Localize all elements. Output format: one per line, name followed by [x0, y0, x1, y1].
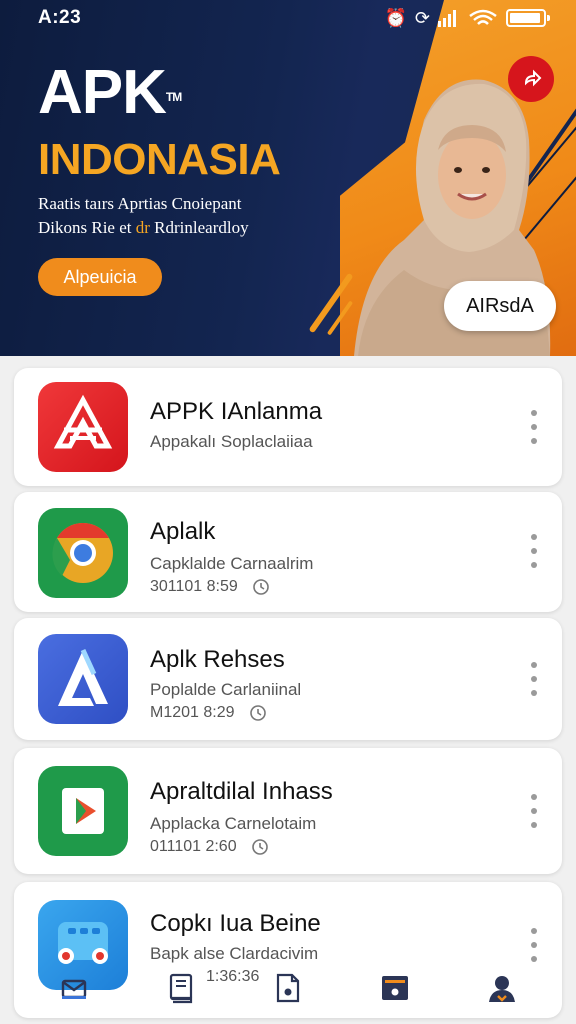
status-bar: A:23 ⏰ ⟳	[0, 0, 576, 36]
nav-library[interactable]	[161, 968, 201, 1008]
tagline-text: Dikons Rie et	[38, 218, 136, 237]
logo-text: APK	[38, 58, 167, 127]
file-icon	[276, 973, 300, 1003]
tagline-accent: dr	[135, 218, 150, 237]
share-icon	[524, 69, 542, 87]
more-options-icon[interactable]	[526, 662, 542, 696]
hero-pill-button[interactable]: AIRsdA	[444, 281, 556, 331]
app-subtitle: Capklalde Carnaalrim	[150, 554, 314, 573]
nav-files[interactable]	[268, 968, 308, 1008]
app-title: APPK IAnlanma	[150, 398, 323, 425]
nav-folder[interactable]	[375, 968, 415, 1008]
signal-icon	[438, 10, 456, 27]
app-subtitle: Poplalde Carlaniinal	[150, 680, 302, 699]
nav-inbox[interactable]	[54, 968, 94, 1008]
more-options-icon[interactable]	[526, 534, 542, 568]
app-title: Aplalk	[150, 518, 216, 545]
tagline-line-2: Dikons Rie et dr Rdrinleardloy	[38, 218, 249, 238]
nav-profile[interactable]	[482, 968, 522, 1008]
alarm-icon: ⏰	[384, 8, 407, 28]
tagline-line-1: Raatis taırs Aprtias Cnoiepant	[38, 194, 242, 213]
app-meta: 301101 8:59	[150, 578, 270, 596]
app-title: Aplk Rehses	[150, 646, 285, 673]
share-button[interactable]	[508, 56, 554, 102]
brand-logo: APKTM	[38, 62, 182, 124]
more-options-icon[interactable]	[526, 794, 542, 828]
clock-icon	[249, 705, 266, 721]
wifi-icon	[469, 9, 497, 25]
bottom-nav	[0, 952, 576, 1024]
app-title: Copkı Iua Beine	[150, 910, 321, 937]
app-subtitle: Appakalı Soplaclaiiaa	[150, 432, 313, 451]
red-apk-icon	[38, 382, 128, 472]
app-meta: 011101 2:60	[150, 838, 269, 856]
chrome-style-icon	[38, 508, 128, 598]
status-icons: ⏰ ⟳	[384, 8, 550, 28]
inbox-icon	[61, 979, 86, 999]
clock-icon	[252, 579, 269, 595]
clock-icon	[251, 839, 268, 855]
app-card[interactable]: APPK IAnlanma Appakalı Soplaclaiiaa	[14, 368, 562, 486]
app-subtitle: Applacka Carnelotaim	[150, 814, 317, 833]
app-card[interactable]: Apraltdilal Inhass Applacka Carnelotaim …	[14, 748, 562, 874]
app-timestamp: 301101 8:59	[150, 578, 238, 595]
hero-banner: A:23 ⏰ ⟳ APKTM INDONASIA Raatis taırs Ap…	[0, 0, 576, 356]
green-play-icon	[38, 766, 128, 856]
profile-icon	[489, 976, 516, 1002]
more-options-icon[interactable]	[526, 410, 542, 444]
app-card[interactable]: Aplk Rehses Poplalde Carlaniinal M1201 8…	[14, 618, 562, 740]
trademark: TM	[165, 90, 182, 104]
tagline-text: Rdrinleardloy	[149, 218, 249, 237]
sync-icon: ⟳	[414, 8, 430, 28]
book-icon	[169, 973, 192, 1004]
brand-subtitle: INDONASIA	[38, 135, 281, 184]
app-meta: M1201 8:29	[150, 704, 267, 722]
blue-a-icon	[38, 634, 128, 724]
app-timestamp: M1201 8:29	[150, 704, 235, 721]
cta-button[interactable]: Alpeuicia	[38, 258, 162, 296]
folder-icon	[382, 976, 409, 1000]
app-timestamp: 011101 2:60	[150, 838, 237, 855]
app-card[interactable]: Aplalk Capklalde Carnaalrim 301101 8:59	[14, 492, 562, 612]
status-time: A:23	[38, 7, 82, 28]
battery-icon	[506, 9, 550, 27]
app-title: Apraltdilal Inhass	[150, 778, 333, 805]
